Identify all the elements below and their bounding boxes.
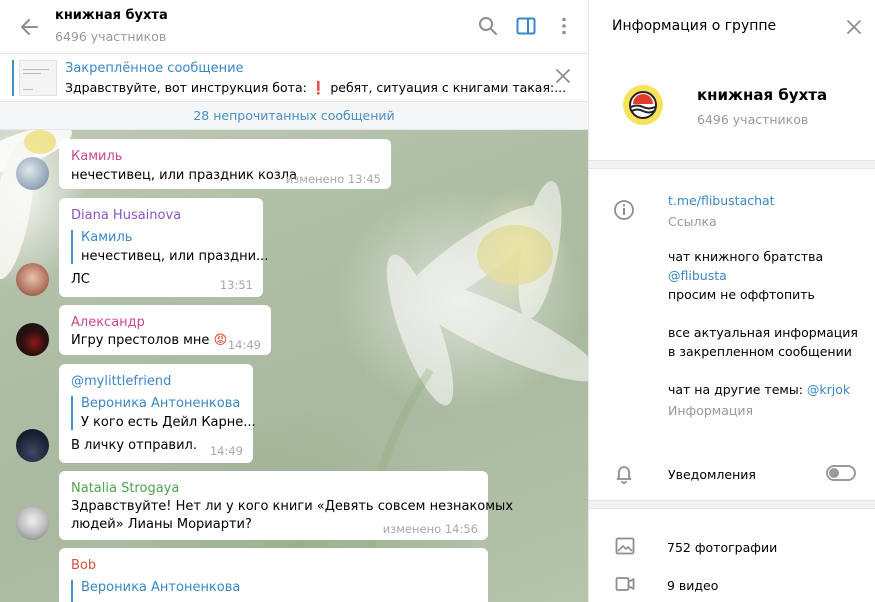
group-members-count[interactable]: 6496 участников	[697, 112, 808, 127]
avatar-natalia[interactable]	[16, 507, 49, 540]
message-time: изменено 13:45	[285, 172, 381, 186]
pinned-accent-bar	[12, 60, 14, 96]
avatar-aleksandr[interactable]	[16, 323, 49, 356]
reply-text: нечестивец, или праздни...	[81, 249, 269, 264]
message-sender[interactable]: Камиль	[71, 149, 122, 164]
chat-title[interactable]: книжная бухта	[55, 8, 168, 23]
message-text: Игру престолов мне 😡	[71, 333, 227, 348]
description-link-krjok[interactable]: @krjok	[807, 382, 850, 397]
chat-header: книжная бухта 6496 участников	[0, 0, 588, 54]
avatar-mylittlefriend[interactable]	[16, 429, 49, 462]
video-icon	[615, 577, 635, 591]
search-icon[interactable]	[477, 15, 499, 37]
more-menu-icon[interactable]	[553, 15, 575, 37]
angry-face-emoji: 😡	[213, 333, 228, 348]
back-arrow-icon[interactable]	[18, 16, 40, 38]
message-time: изменено 14:56	[382, 522, 478, 536]
info-panel-title: Информация о группе	[612, 18, 777, 34]
message-bubble: Александр Игру престолов мне 😡 14:49	[59, 305, 271, 355]
reply-quote[interactable]: Вероника Антоненкова У кого есть Дейл Ка…	[71, 396, 256, 430]
info-icon	[614, 200, 634, 220]
message-text-content: Игру престолов мне	[71, 333, 210, 348]
message-text: В личку отправил.	[71, 438, 197, 453]
message-time: 14:49	[209, 444, 243, 458]
notifications-toggle[interactable]	[826, 465, 856, 481]
pinned-message-bar[interactable]: Закреплённое сообщение Здравствуйте, вот…	[0, 54, 588, 102]
message-sender[interactable]: Bob	[71, 558, 96, 573]
sidebar-toggle-icon[interactable]	[515, 15, 537, 37]
photo-icon	[615, 537, 635, 555]
avatar-diana[interactable]	[16, 263, 49, 296]
pinned-title: Закреплённое сообщение	[65, 61, 244, 76]
message-sender[interactable]: Александр	[71, 315, 145, 330]
description-line: чат на другие темы: @krjok	[668, 382, 850, 397]
message-time: 14:49	[227, 338, 261, 352]
message-sender[interactable]: Diana Husainova	[71, 208, 181, 223]
description-text: чат на другие темы:	[668, 382, 807, 397]
reply-quote[interactable]: Камиль нечестивец, или праздни...	[71, 230, 268, 264]
message-text: ЛС	[71, 272, 90, 287]
videos-count[interactable]: 9 видео	[667, 578, 718, 593]
description-label: Информация	[668, 403, 754, 418]
chat-pane: книжная бухта 6496 участников Закреплённ…	[0, 0, 588, 602]
unread-messages-banner: 28 непрочитанных сообщений	[0, 102, 588, 130]
message-bubble: Natalia Strogaya Здравствуйте! Нет ли у …	[59, 471, 513, 540]
chat-wallpaper: Камиль нечестивец, или праздник козла из…	[0, 130, 588, 602]
description-line: все актуальная информация	[668, 325, 858, 340]
reply-author: Камиль	[81, 230, 133, 245]
group-name: книжная бухта	[697, 86, 828, 104]
message-time: 13:51	[219, 278, 253, 292]
close-icon[interactable]	[844, 17, 864, 37]
message-bubble: @mylittlefriend Вероника Антоненкова У к…	[59, 364, 256, 463]
message-text: Здравствуйте! Нет ли у кого книги «Девят…	[71, 499, 514, 514]
group-link[interactable]: t.me/flibustachat	[668, 193, 775, 208]
reply-author: Вероника Антоненкова	[81, 580, 241, 595]
message-text-line2: людей» Лианы Мориарти?	[71, 517, 252, 532]
photos-count[interactable]: 752 фотографии	[667, 540, 777, 555]
toggle-knob	[829, 468, 839, 478]
reply-text: У кого есть Дейл Карне...	[81, 415, 256, 430]
reply-author: Вероника Антоненкова	[81, 396, 241, 411]
avatar-kamil[interactable]	[16, 157, 49, 190]
section-divider	[589, 160, 875, 169]
description-line: чат книжного братства	[668, 249, 824, 264]
section-divider	[589, 500, 875, 509]
pinned-text: Здравствуйте, вот инструкция бота: ❗ реб…	[65, 80, 567, 95]
description-line: просим не оффтопить	[668, 287, 815, 302]
close-pinned-icon[interactable]	[553, 66, 573, 86]
message-bubble: Bob Вероника Антоненкова	[59, 548, 488, 602]
group-info-panel: Информация о группе книжная бухта 6496 у…	[588, 0, 875, 602]
message-bubble: Diana Husainova Камиль нечестивец, или п…	[59, 198, 268, 297]
message-sender[interactable]: Natalia Strogaya	[71, 481, 179, 496]
message-text: нечестивец, или праздник козла	[71, 168, 298, 183]
chat-members-count: 6496 участников	[55, 29, 167, 44]
notifications-label: Уведомления	[668, 467, 756, 482]
reply-quote[interactable]: Вероника Антоненкова	[71, 580, 240, 602]
group-avatar-sunset-logo[interactable]	[622, 84, 664, 126]
group-link-label: Ссылка	[668, 214, 717, 229]
message-bubble: Камиль нечестивец, или праздник козла из…	[59, 139, 391, 189]
bell-icon	[616, 466, 632, 484]
message-sender[interactable]: @mylittlefriend	[71, 374, 171, 389]
description-line: в закрепленном сообщении	[668, 344, 852, 359]
pinned-thumbnail	[19, 60, 57, 96]
description-link-flibusta[interactable]: @flibusta	[668, 268, 727, 283]
